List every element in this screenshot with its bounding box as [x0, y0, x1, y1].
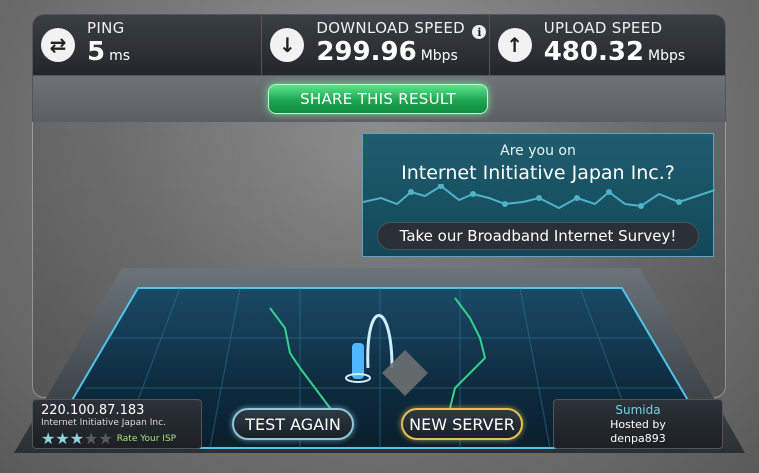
- client-info-panel: 220.100.87.183 Internet Initiative Japan…: [32, 399, 202, 449]
- server-host: denpa893: [610, 432, 666, 445]
- swap-arrows-icon: ⇄: [41, 28, 75, 62]
- server-info-panel: Sumida Hosted by denpa893: [553, 399, 723, 449]
- results-header: ⇄ PING 5 ms ↓ DOWNLOAD SPEED 299.96 Mbps i…: [32, 14, 726, 76]
- share-result-button[interactable]: SHARE THIS RESULT: [268, 84, 488, 114]
- star-icon[interactable]: ★: [41, 431, 55, 447]
- ping-value: 5 ms: [87, 37, 131, 67]
- ping-metric: ⇄ PING 5 ms: [33, 15, 263, 75]
- ping-unit: ms: [109, 48, 131, 64]
- client-ip: 220.100.87.183: [41, 403, 145, 418]
- upload-value: 480.32 Mbps: [543, 37, 686, 67]
- hosted-by-label: Hosted by: [610, 418, 666, 431]
- isp-survey-panel: Are you on Internet Initiative Japan Inc…: [362, 133, 715, 257]
- star-empty-icon[interactable]: ★: [84, 431, 98, 447]
- upload-metric: ↑ UPLOAD SPEED 480.32 Mbps: [490, 15, 725, 75]
- star-empty-icon[interactable]: ★: [98, 431, 112, 447]
- client-isp: Internet Initiative Japan Inc.: [41, 418, 166, 428]
- up-arrow-icon: ↑: [497, 28, 532, 62]
- upload-label: UPLOAD SPEED: [543, 19, 663, 37]
- download-label: DOWNLOAD SPEED: [316, 19, 465, 37]
- upload-unit: Mbps: [648, 48, 686, 64]
- server-city: Sumida: [615, 403, 661, 417]
- download-metric: ↓ DOWNLOAD SPEED 299.96 Mbps i: [262, 15, 490, 75]
- download-unit: Mbps: [420, 48, 458, 64]
- isp-rating[interactable]: ★ ★ ★ ★ ★ Rate Your ISP: [41, 431, 193, 447]
- survey-sparkline: [363, 184, 715, 210]
- download-value: 299.96 Mbps: [316, 37, 458, 67]
- new-server-button[interactable]: NEW SERVER: [401, 408, 523, 440]
- star-icon[interactable]: ★: [70, 431, 84, 447]
- ping-label: PING: [87, 19, 125, 37]
- down-arrow-icon: ↓: [270, 28, 305, 62]
- rate-isp-link[interactable]: Rate Your ISP: [117, 434, 176, 444]
- star-icon[interactable]: ★: [55, 431, 69, 447]
- survey-question: Are you on: [500, 143, 576, 159]
- test-again-button[interactable]: TEST AGAIN: [232, 408, 354, 440]
- survey-isp-name: Internet Initiative Japan Inc.?: [401, 162, 675, 184]
- info-icon[interactable]: i: [472, 25, 487, 39]
- take-survey-button[interactable]: Take our Broadband Internet Survey!: [377, 222, 699, 250]
